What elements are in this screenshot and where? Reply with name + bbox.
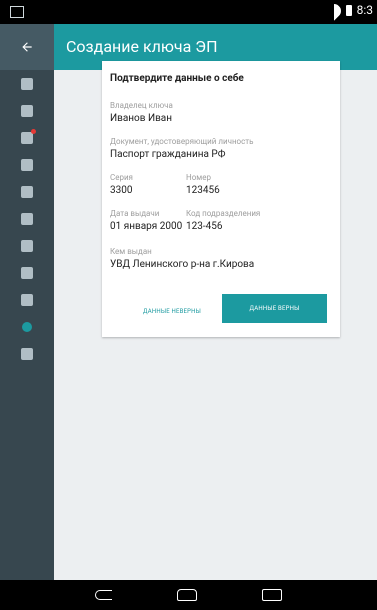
division-code-label: Код подразделения xyxy=(186,209,261,218)
confirm-data-card: Подтвердите данные о себе Владелец ключа… xyxy=(102,61,340,337)
document-label: Документ, удостоверяющий личность xyxy=(110,137,254,146)
calculator-icon xyxy=(21,212,33,225)
data-incorrect-button[interactable]: ДАННЫЕ НЕВЕРНЫ xyxy=(112,297,232,325)
notification-dot xyxy=(31,128,36,134)
sidebar-item-calculator[interactable] xyxy=(0,205,54,232)
series-value: 3300 xyxy=(110,185,133,196)
recents-nav-icon[interactable] xyxy=(262,589,282,601)
calendar-icon xyxy=(21,185,33,198)
clock-icon xyxy=(21,293,33,306)
document-value: Паспорт гражданина РФ xyxy=(110,149,226,160)
status-bar: 8:3 xyxy=(0,0,377,24)
card-heading: Подтвердите данные о себе xyxy=(110,73,244,84)
sidebar xyxy=(0,70,54,580)
sidebar-item-certificate[interactable] xyxy=(0,70,54,97)
issued-by-value: УВД Ленинского р-на г.Кирова xyxy=(110,259,255,270)
issued-by-label: Кем выдан xyxy=(110,247,152,256)
back-nav-icon[interactable] xyxy=(95,590,112,600)
sidebar-item-folder[interactable] xyxy=(0,97,54,124)
certificate-icon xyxy=(21,77,33,90)
sidebar-item-mail[interactable] xyxy=(0,124,54,151)
page-title: Создание ключа ЭП xyxy=(66,37,218,56)
sidebar-item-dollar[interactable] xyxy=(0,232,54,259)
owner-value: Иванов Иван xyxy=(110,113,173,124)
screenshot-icon xyxy=(10,6,24,18)
sidebar-item-clipboard[interactable] xyxy=(0,151,54,178)
settings-icon xyxy=(22,321,32,332)
battery-icon xyxy=(345,4,352,16)
issue-date-value: 01 января 2000 xyxy=(110,221,183,232)
number-label: Номер xyxy=(186,173,211,182)
number-value: 123456 xyxy=(186,185,220,196)
sidebar-item-chart[interactable] xyxy=(0,259,54,286)
arrow-left-icon xyxy=(22,42,32,52)
dollar-icon xyxy=(21,239,33,252)
clock-text: 8:3 xyxy=(356,3,373,17)
data-correct-button[interactable]: ДАННЫЕ ВЕРНЫ xyxy=(222,294,327,323)
series-label: Серия xyxy=(110,173,133,182)
status-icons: 8:3 xyxy=(327,3,373,17)
folder-icon xyxy=(21,104,33,117)
navigation-bar xyxy=(0,580,377,610)
sidebar-item-logout[interactable] xyxy=(0,340,54,367)
sidebar-item-settings[interactable] xyxy=(0,313,54,340)
chart-icon xyxy=(21,266,33,279)
mail-icon xyxy=(21,128,36,144)
clipboard-icon xyxy=(21,158,33,171)
logout-icon xyxy=(21,347,33,360)
issue-date-label: Дата выдачи xyxy=(110,209,160,218)
back-button[interactable] xyxy=(0,24,54,70)
division-code-value: 123-456 xyxy=(186,221,223,232)
owner-label: Владелец ключа xyxy=(110,101,173,110)
wifi-icon xyxy=(327,4,341,16)
home-nav-icon[interactable] xyxy=(177,589,197,601)
sidebar-item-calendar[interactable] xyxy=(0,178,54,205)
sidebar-item-clock[interactable] xyxy=(0,286,54,313)
